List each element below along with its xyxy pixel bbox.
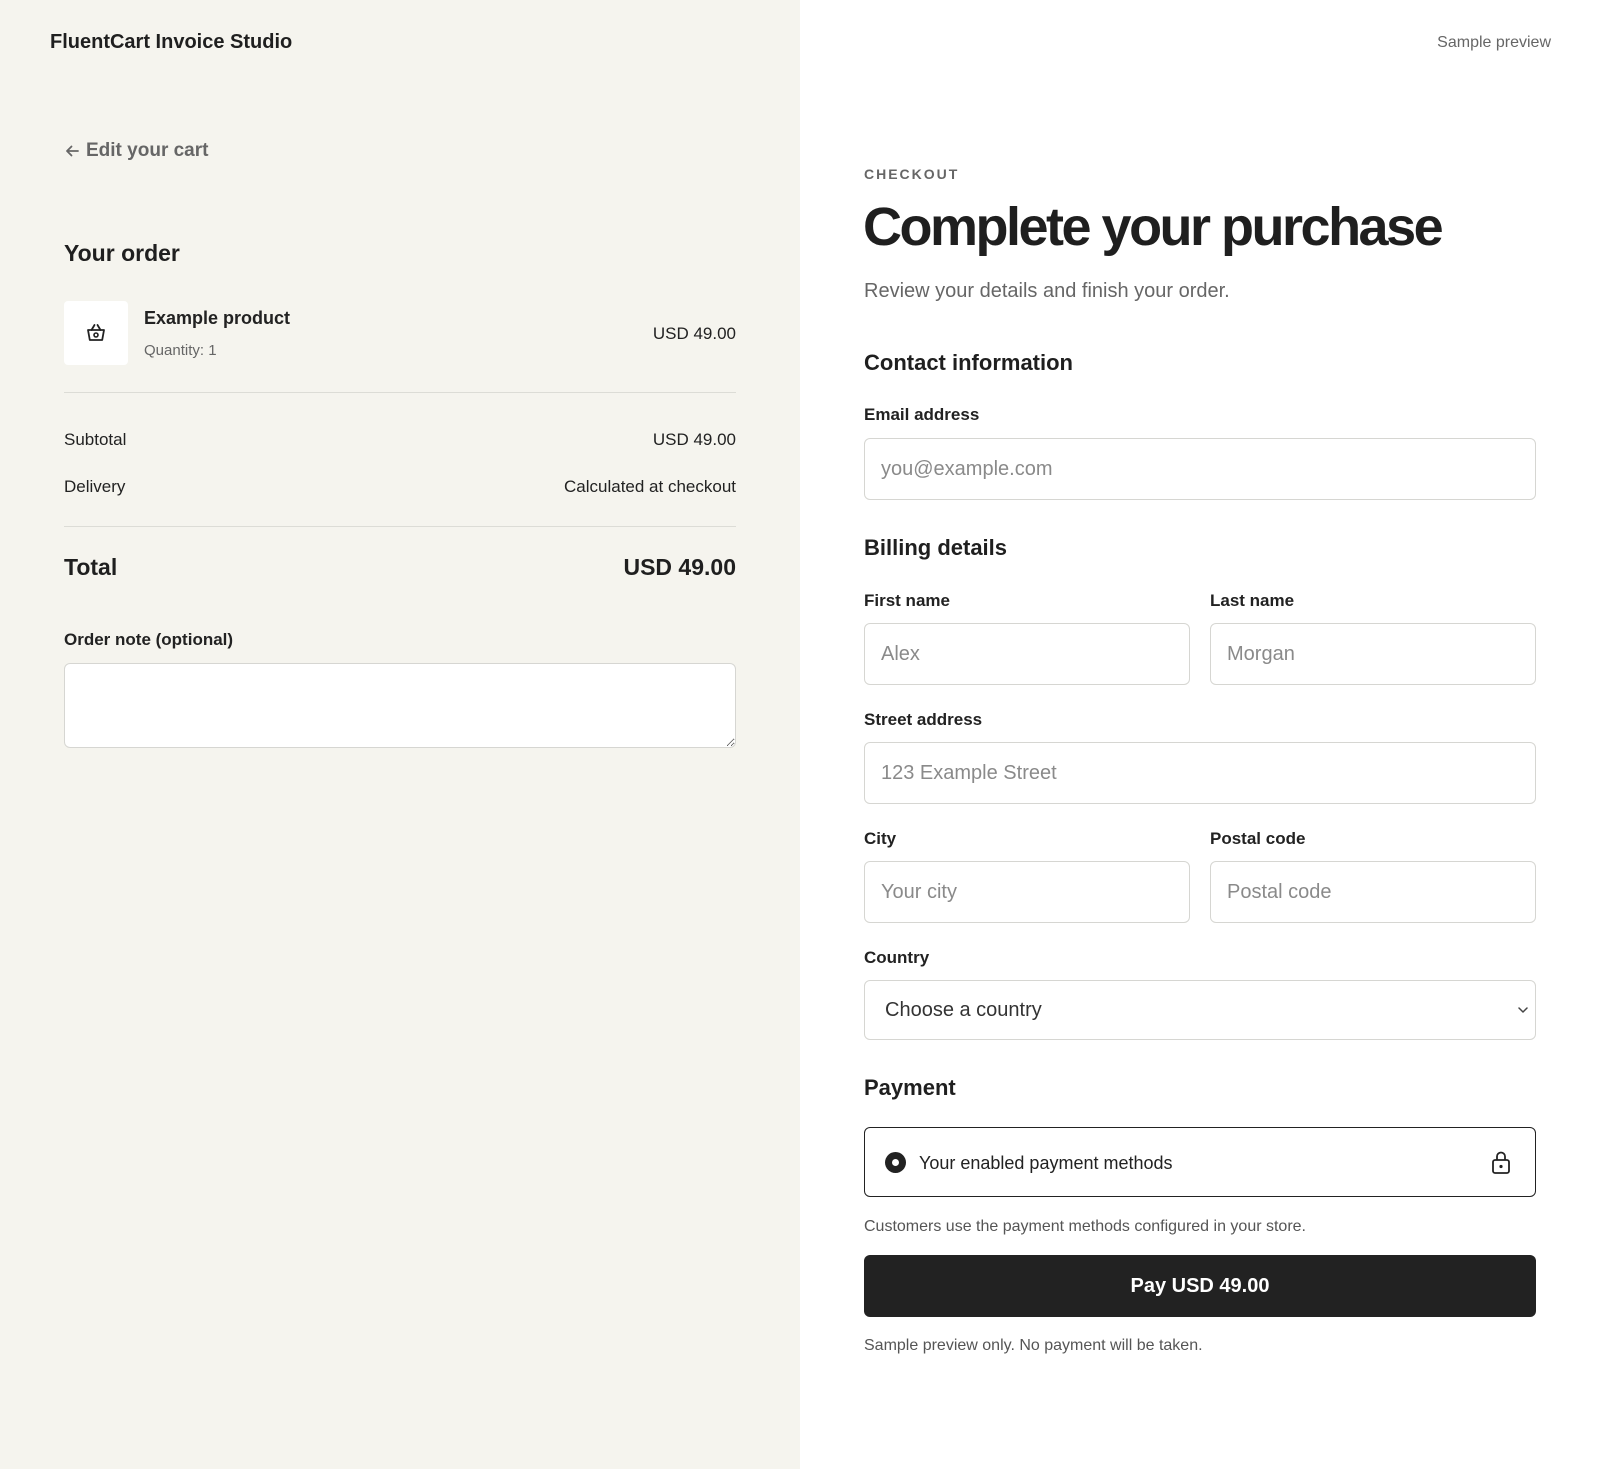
lock-icon xyxy=(1492,1151,1510,1174)
cart-line-item: Example product Quantity: 1 USD 49.00 xyxy=(64,301,736,367)
payment-method-radio[interactable] xyxy=(885,1152,906,1173)
chevron-down-icon xyxy=(1518,1007,1528,1013)
divider xyxy=(64,526,736,527)
order-summary-panel: FluentCart Invoice Studio Edit your cart… xyxy=(0,0,800,1469)
postal-label: Postal code xyxy=(1210,829,1306,848)
total-label: Total xyxy=(64,554,118,580)
country-label: Country xyxy=(864,948,930,967)
delivery-label: Delivery xyxy=(64,477,126,496)
divider xyxy=(64,392,736,393)
contact-section-title: Contact information xyxy=(864,350,1073,375)
preview-footnote: Sample preview only. No payment will be … xyxy=(864,1337,1203,1354)
checkout-eyebrow: CHECKOUT xyxy=(864,166,960,182)
street-label: Street address xyxy=(864,710,983,729)
brand-name: FluentCart Invoice Studio xyxy=(50,31,293,53)
email-label: Email address xyxy=(864,405,980,424)
country-select[interactable]: Choose a country xyxy=(864,980,1536,1040)
street-field[interactable] xyxy=(864,742,1536,804)
payment-section-title: Payment xyxy=(864,1075,956,1100)
product-thumbnail xyxy=(64,301,128,365)
order-note-label: Order note (optional) xyxy=(64,630,234,649)
last-name-field[interactable] xyxy=(1210,623,1536,685)
email-field[interactable] xyxy=(864,438,1536,500)
subtotal-value: USD 49.00 xyxy=(652,430,736,449)
payment-help-text: Customers use the payment methods config… xyxy=(864,1218,1306,1235)
edit-cart-label: Edit your cart xyxy=(86,140,209,161)
basket-icon xyxy=(87,324,105,341)
page-title: Complete your purchase xyxy=(863,197,1444,257)
postal-code-field[interactable] xyxy=(1210,861,1536,923)
product-quantity: Quantity: 1 xyxy=(144,342,217,359)
city-label: City xyxy=(864,829,897,848)
product-price: USD 49.00 xyxy=(652,324,736,343)
payment-method-option[interactable]: Your enabled payment methods xyxy=(864,1127,1536,1197)
order-note-textarea[interactable] xyxy=(64,663,736,748)
page-subtitle: Review your details and finish your orde… xyxy=(864,280,1230,302)
delivery-value: Calculated at checkout xyxy=(564,477,736,496)
pay-button[interactable]: Pay USD 49.00 xyxy=(864,1255,1536,1317)
country-select-value: Choose a country xyxy=(885,998,1042,1021)
payment-method-label: Your enabled payment methods xyxy=(919,1153,1173,1173)
arrow-left-icon xyxy=(66,145,79,157)
total-value: USD 49.00 xyxy=(623,554,736,580)
order-title: Your order xyxy=(64,240,180,266)
last-name-label: Last name xyxy=(1210,591,1295,610)
subtotal-label: Subtotal xyxy=(64,430,127,449)
sample-preview-label: Sample preview xyxy=(1437,34,1551,51)
first-name-label: First name xyxy=(864,591,950,610)
product-name: Example product xyxy=(144,308,291,328)
billing-section-title: Billing details xyxy=(864,535,1008,560)
edit-cart-link[interactable]: Edit your cart xyxy=(64,140,208,162)
city-field[interactable] xyxy=(864,861,1190,923)
first-name-field[interactable] xyxy=(864,623,1190,685)
